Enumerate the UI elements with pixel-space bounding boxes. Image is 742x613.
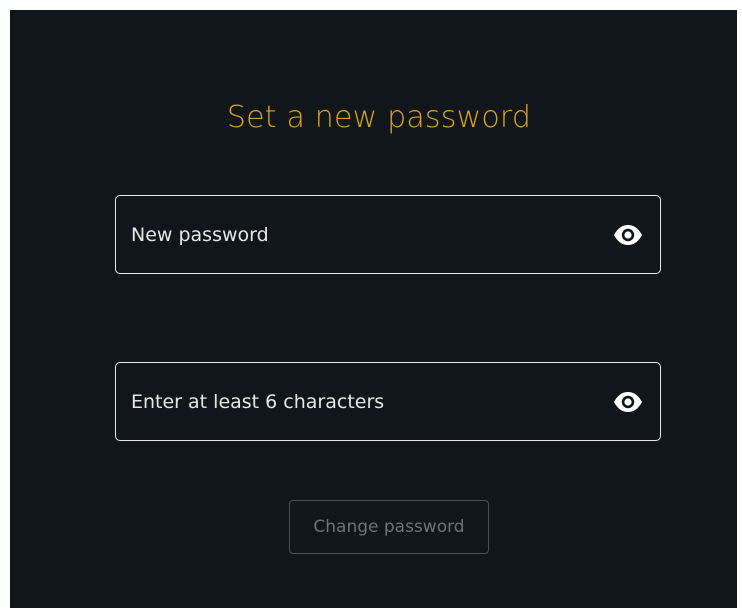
confirm-password-field[interactable]	[115, 362, 661, 441]
page-title: Set a new password	[226, 100, 532, 135]
confirm-password-input[interactable]	[131, 363, 601, 440]
new-password-input[interactable]	[131, 196, 601, 273]
new-password-field[interactable]	[115, 195, 661, 274]
password-reset-panel: Set a new password Change password	[10, 10, 737, 608]
eye-icon[interactable]	[612, 390, 644, 414]
eye-icon[interactable]	[612, 223, 644, 247]
change-password-button[interactable]: Change password	[289, 500, 489, 554]
